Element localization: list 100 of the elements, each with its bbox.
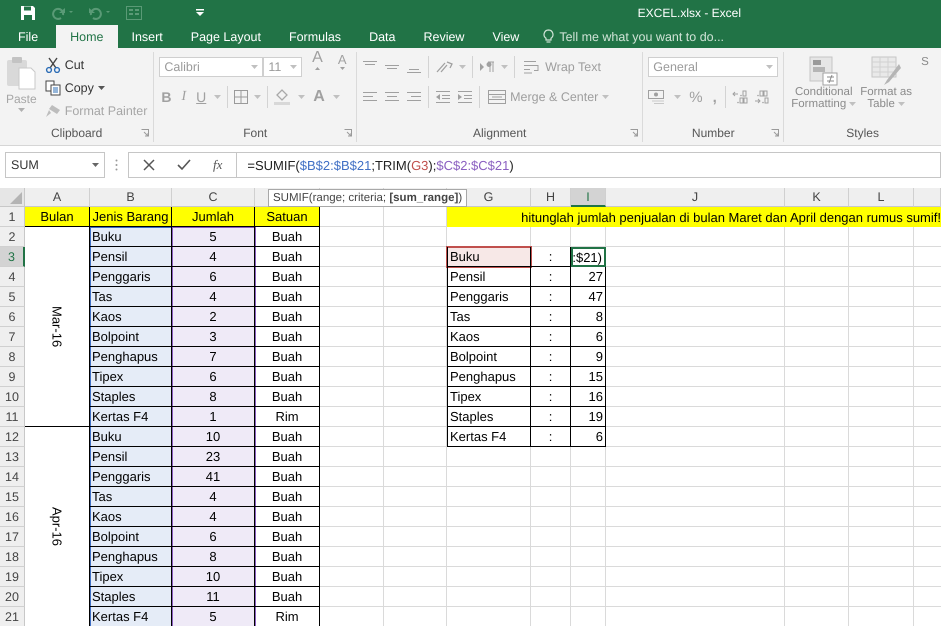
table-cell: Buah xyxy=(255,267,320,287)
align-center-icon[interactable] xyxy=(384,90,400,104)
row-header[interactable]: 13 xyxy=(0,447,25,467)
copy-button[interactable]: Copy xyxy=(42,77,150,99)
column-header[interactable]: J xyxy=(606,188,785,207)
table-cell[interactable]: 19 xyxy=(571,407,606,427)
row-header[interactable]: 19 xyxy=(0,567,25,587)
table-cell: 8 xyxy=(172,387,255,407)
tell-me-search[interactable]: Tell me what you want to do... xyxy=(533,25,724,48)
row-header[interactable]: 8 xyxy=(0,347,25,367)
caret-icon xyxy=(602,95,610,99)
row-header[interactable]: 18 xyxy=(0,547,25,567)
table-cell[interactable]: 9 xyxy=(571,347,606,367)
table-cell[interactable]: 16 xyxy=(571,387,606,407)
column-header[interactable]: K xyxy=(785,188,849,207)
select-all-icon[interactable] xyxy=(10,192,22,204)
table-cell: 1 xyxy=(172,407,255,427)
grip-icon[interactable] xyxy=(115,159,118,171)
caret-icon xyxy=(340,67,346,70)
dialog-launcher-icon[interactable] xyxy=(771,129,780,137)
dialog-launcher-icon[interactable] xyxy=(141,129,150,137)
ribbon-tab[interactable]: Home xyxy=(56,25,118,48)
fill-bucket-icon[interactable] xyxy=(274,89,292,105)
caret-icon xyxy=(459,65,466,69)
table-cell: Buah xyxy=(255,427,320,447)
increase-decimal-icon[interactable] xyxy=(732,89,748,105)
insert-function-button[interactable]: fx xyxy=(213,157,222,173)
row-header[interactable]: 11 xyxy=(0,407,25,427)
column-header[interactable]: B xyxy=(90,188,172,207)
table-cell[interactable]: :$21) xyxy=(571,247,606,267)
ribbon-tab[interactable]: Data xyxy=(355,25,410,48)
column-header[interactable] xyxy=(914,188,941,207)
row-header[interactable]: 15 xyxy=(0,487,25,507)
row-header[interactable]: 12 xyxy=(0,427,25,447)
row-header[interactable]: 7 xyxy=(0,327,25,347)
caret-icon xyxy=(298,95,306,99)
decrease-decimal-icon[interactable] xyxy=(754,89,770,105)
ribbon-tab[interactable]: Review xyxy=(409,25,478,48)
customize-icon[interactable] xyxy=(196,8,204,16)
column-header[interactable]: I xyxy=(571,188,606,207)
row-header[interactable]: 17 xyxy=(0,527,25,547)
table-cell: Kaos xyxy=(90,307,172,327)
increase-indent-icon[interactable] xyxy=(457,90,474,104)
row-header[interactable]: 3 xyxy=(0,247,25,267)
caret-icon xyxy=(98,86,105,90)
table-cell: Buah xyxy=(255,587,320,607)
borders-icon[interactable] xyxy=(234,90,248,104)
brush-icon xyxy=(44,104,61,118)
ribbon-tab[interactable]: View xyxy=(478,25,534,48)
table-cell: Buah xyxy=(255,447,320,467)
dialog-launcher-icon[interactable] xyxy=(344,129,352,137)
table-cell: Kertas F4 xyxy=(447,427,531,447)
column-header[interactable]: A xyxy=(25,188,90,207)
table-cell[interactable]: 8 xyxy=(571,307,606,327)
ribbon-tab[interactable]: Insert xyxy=(118,25,177,48)
function-tooltip: SUMIF(range; criteria; [sum_range]) xyxy=(268,189,468,207)
orientation-icon[interactable] xyxy=(435,60,454,74)
cut-button[interactable]: Cut xyxy=(42,54,150,76)
table-cell[interactable]: 6 xyxy=(571,427,606,447)
cancel-icon[interactable] xyxy=(143,159,155,171)
row-header[interactable]: 5 xyxy=(0,287,25,307)
dialog-launcher-icon[interactable] xyxy=(630,129,638,137)
table-cell: Buku xyxy=(90,427,172,447)
caret-icon xyxy=(766,65,774,69)
check-icon[interactable] xyxy=(177,159,191,171)
ribbon-tab[interactable]: Page Layout xyxy=(176,25,275,48)
column-header[interactable]: C xyxy=(172,188,255,207)
row-header[interactable]: 6 xyxy=(0,307,25,327)
undo-icon[interactable] xyxy=(88,6,112,20)
scissors-icon xyxy=(44,57,61,73)
redo-icon[interactable] xyxy=(50,6,74,20)
row-header[interactable]: 21 xyxy=(0,607,25,626)
table-cell[interactable]: 15 xyxy=(571,367,606,387)
column-header[interactable]: H xyxy=(531,188,571,207)
paragraph-direction-icon[interactable] xyxy=(479,61,496,73)
row-header[interactable]: 1 xyxy=(0,207,25,227)
form-icon[interactable] xyxy=(126,6,142,20)
ribbon-tab[interactable]: File xyxy=(0,25,56,48)
row-header[interactable]: 14 xyxy=(0,467,25,487)
column-header[interactable]: L xyxy=(849,188,914,207)
row-header[interactable]: 4 xyxy=(0,267,25,287)
row-header[interactable]: 10 xyxy=(0,387,25,407)
table-cell[interactable]: 47 xyxy=(571,287,606,307)
name-box[interactable]: SUM xyxy=(5,152,105,178)
caret-icon xyxy=(254,95,262,99)
table-cell: 6 xyxy=(172,367,255,387)
table-cell[interactable]: 27 xyxy=(571,267,606,287)
group-label: Font xyxy=(243,126,268,140)
ribbon-tab[interactable]: Formulas xyxy=(274,25,356,48)
align-left-icon[interactable] xyxy=(362,90,378,104)
save-icon[interactable] xyxy=(20,4,36,20)
formula-input[interactable]: =SUMIF($B$2:$B$21;TRIM(G3);$C$2:$C$21) xyxy=(236,152,941,178)
decrease-indent-icon[interactable] xyxy=(435,90,452,104)
row-header[interactable]: 20 xyxy=(0,587,25,607)
table-cell[interactable]: 6 xyxy=(571,327,606,347)
row-header[interactable]: 9 xyxy=(0,367,25,387)
row-header[interactable]: 16 xyxy=(0,507,25,527)
row-header[interactable]: 2 xyxy=(0,227,25,247)
align-right-icon[interactable] xyxy=(406,90,422,104)
table-cell: : xyxy=(531,307,571,327)
